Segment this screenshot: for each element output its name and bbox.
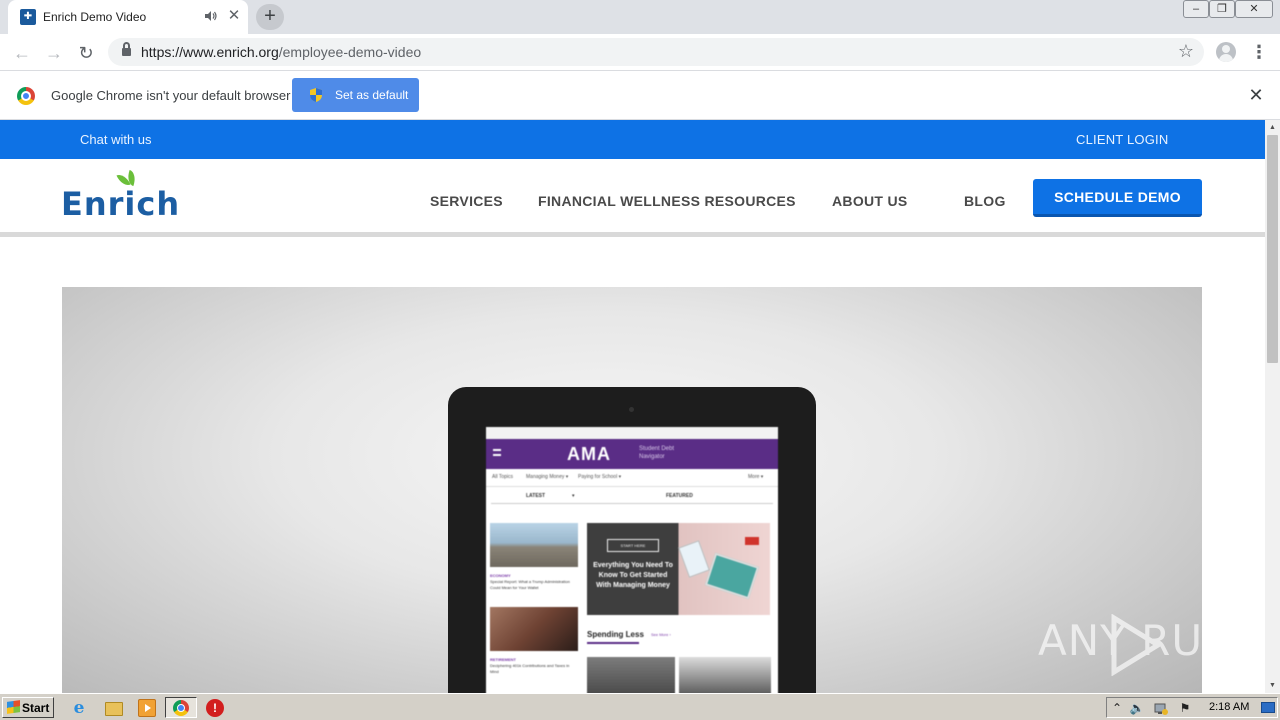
watermark-text: ANY RUN: [1038, 616, 1236, 665]
story-image: [490, 607, 578, 651]
client-login-link[interactable]: CLIENT LOGIN: [1076, 132, 1168, 147]
infobar-close-icon[interactable]: ✕: [1247, 86, 1265, 104]
scroll-up-icon[interactable]: ▲: [1265, 120, 1280, 135]
tab-close-icon[interactable]: ✕: [226, 8, 242, 24]
screen-header: AMA Student Debt Navigator: [486, 439, 778, 469]
restore-icon: ❐: [1217, 3, 1227, 15]
tablet-screen: AMA Student Debt Navigator All Topics Man…: [486, 427, 778, 693]
url-path: /employee-demo-video: [278, 44, 422, 60]
minimize-icon: –: [1192, 3, 1200, 15]
volume-icon[interactable]: 🔈: [1129, 700, 1145, 716]
story-image: [587, 657, 675, 693]
reload-button[interactable]: ↻: [74, 41, 98, 65]
tab-enrich-demo-video[interactable]: ✚ Enrich Demo Video ✕: [8, 0, 248, 34]
page-scrollbar[interactable]: ▲ ▼: [1265, 120, 1280, 693]
windows-flag-icon: [7, 700, 20, 714]
default-browser-infobar: Google Chrome isn't your default browser…: [0, 71, 1280, 120]
speaker-icon[interactable]: [204, 9, 218, 23]
address-bar[interactable]: https://www.enrich.org/employee-demo-vid…: [108, 38, 1204, 66]
show-desktop-icon[interactable]: [1261, 702, 1275, 713]
url-host: https://www.enrich.org: [141, 44, 279, 60]
system-tray: ⌃ 🔈 ⚑ 2:18 AM: [1106, 697, 1278, 718]
forward-button[interactable]: →: [42, 41, 66, 65]
tablet-device: AMA Student Debt Navigator All Topics Man…: [448, 387, 816, 693]
screen-brand-sub: Student Debt Navigator: [639, 446, 675, 460]
anyrun-watermark: ANY RUN: [1038, 612, 1238, 682]
set-as-default-label: Set as default: [335, 88, 409, 102]
chrome-logo-icon: [17, 87, 35, 105]
featured-card: START HERE Everything You Need To Know T…: [587, 523, 770, 615]
action-center-flag-icon[interactable]: ⚑: [1177, 700, 1193, 716]
tab-strip: ✚ Enrich Demo Video ✕ + – ❐ ✕: [0, 0, 1280, 34]
tab-title: Enrich Demo Video: [43, 10, 147, 24]
minimize-button[interactable]: –: [1183, 0, 1209, 18]
set-as-default-button[interactable]: Set as default: [292, 78, 419, 112]
demo-video-player[interactable]: AMA Student Debt Navigator All Topics Man…: [62, 287, 1202, 693]
infobar-message: Google Chrome isn't your default browser: [51, 88, 291, 103]
start-button[interactable]: Start: [2, 697, 54, 718]
scroll-down-icon[interactable]: ▼: [1265, 678, 1280, 693]
profile-avatar-icon[interactable]: [1216, 42, 1236, 62]
nav-blog[interactable]: BLOG: [964, 193, 1006, 209]
bookmark-star-icon[interactable]: ☆: [1178, 41, 1194, 62]
story-image: [490, 523, 578, 567]
network-icon[interactable]: [1153, 700, 1169, 716]
internet-explorer-icon[interactable]: e: [70, 699, 88, 717]
enrich-logo[interactable]: Enrich: [61, 169, 179, 223]
site-topbar: Chat with us CLIENT LOGIN: [0, 120, 1265, 159]
chat-with-us-link[interactable]: Chat with us: [80, 132, 152, 147]
lock-icon[interactable]: [122, 42, 131, 57]
camera-dot: [629, 407, 634, 412]
screen-tabs: All Topics Managing Money ▾ Paying for S…: [486, 469, 778, 487]
schedule-demo-button[interactable]: SCHEDULE DEMO: [1033, 179, 1202, 217]
media-player-icon[interactable]: [138, 699, 156, 717]
windows-taskbar: Start e ! ⌃ 🔈 ⚑ 2:18 AM: [0, 693, 1280, 720]
screen-brand: AMA: [567, 444, 611, 464]
uac-shield-icon: [310, 88, 322, 102]
page-viewport: Chat with us CLIENT LOGIN Enrich SERVICE…: [0, 120, 1265, 693]
show-hidden-icons-icon[interactable]: ⌃: [1109, 700, 1125, 716]
taskbar-chrome-button[interactable]: [165, 697, 197, 718]
url-text[interactable]: https://www.enrich.org/employee-demo-vid…: [141, 44, 421, 60]
start-label: Start: [22, 701, 50, 715]
chrome-menu-icon[interactable]: ⋮: [1250, 42, 1268, 62]
new-tab-button[interactable]: +: [256, 4, 284, 30]
restore-button[interactable]: ❐: [1209, 0, 1235, 18]
hamburger-icon: [493, 449, 501, 456]
back-button[interactable]: ←: [10, 41, 34, 65]
enrich-favicon-icon: ✚: [20, 9, 36, 25]
story-image: [679, 657, 771, 693]
nav-services[interactable]: SERVICES: [430, 193, 503, 209]
file-explorer-icon[interactable]: [105, 702, 123, 716]
browser-toolbar: ← → ↻ https://www.enrich.org/employee-de…: [0, 34, 1280, 71]
clock-time[interactable]: 2:18 AM: [1209, 701, 1249, 713]
site-header: Enrich SERVICES FINANCIAL WELLNESS RESOU…: [0, 159, 1265, 237]
nav-about-us[interactable]: ABOUT US: [832, 193, 908, 209]
security-app-icon[interactable]: !: [206, 699, 224, 717]
close-icon: ✕: [1249, 3, 1259, 15]
close-window-button[interactable]: ✕: [1235, 0, 1273, 18]
scroll-thumb[interactable]: [1267, 135, 1278, 363]
nav-financial-wellness-resources[interactable]: FINANCIAL WELLNESS RESOURCES: [538, 193, 796, 209]
logo-text: Enrich: [61, 185, 181, 223]
chrome-icon: [173, 700, 189, 716]
